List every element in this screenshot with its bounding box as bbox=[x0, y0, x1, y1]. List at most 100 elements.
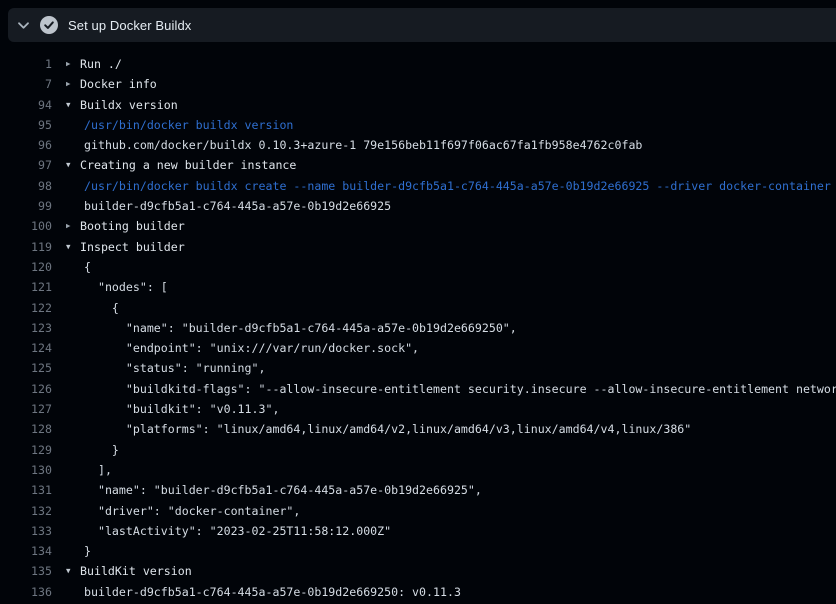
log-line: 131 "name": "builder-d9cfb5a1-c764-445a-… bbox=[0, 480, 836, 500]
log-text: /usr/bin/docker buildx version bbox=[66, 115, 293, 135]
log-line: 125 "status": "running", bbox=[0, 358, 836, 378]
log-text: ▼Inspect builder bbox=[66, 237, 185, 257]
group-title[interactable]: Buildx version bbox=[80, 95, 178, 115]
log-text: ▶Booting builder bbox=[66, 216, 185, 236]
line-number[interactable]: 128 bbox=[0, 419, 52, 439]
log-text: "name": "builder-d9cfb5a1-c764-445a-a57e… bbox=[66, 480, 482, 500]
log-group-row[interactable]: 7 ▶Docker info bbox=[0, 74, 836, 94]
group-title[interactable]: Inspect builder bbox=[80, 237, 185, 257]
line-number[interactable]: 100 bbox=[0, 216, 52, 236]
line-number[interactable]: 96 bbox=[0, 135, 52, 155]
group-title[interactable]: Docker info bbox=[80, 74, 157, 94]
log-line: 95/usr/bin/docker buildx version bbox=[0, 115, 836, 135]
triangle-right-icon[interactable]: ▶ bbox=[66, 74, 80, 94]
log-text: "status": "running", bbox=[66, 358, 265, 378]
line-number[interactable]: 95 bbox=[0, 115, 52, 135]
check-circle-icon bbox=[40, 16, 58, 34]
line-number[interactable]: 125 bbox=[0, 358, 52, 378]
log-text: ▶Run ./ bbox=[66, 54, 122, 74]
triangle-right-icon[interactable]: ▶ bbox=[66, 54, 80, 74]
chevron-down-icon[interactable] bbox=[17, 19, 30, 32]
group-title[interactable]: BuildKit version bbox=[80, 561, 192, 581]
log-group-row[interactable]: 135 ▼BuildKit version bbox=[0, 561, 836, 581]
log-line: 134} bbox=[0, 541, 836, 561]
line-number[interactable]: 130 bbox=[0, 460, 52, 480]
line-number[interactable]: 136 bbox=[0, 582, 52, 602]
log-line: 98/usr/bin/docker buildx create --name b… bbox=[0, 176, 836, 196]
group-title[interactable]: Booting builder bbox=[80, 216, 185, 236]
log-text: ▶Docker info bbox=[66, 74, 157, 94]
log-line: 99 builder-d9cfb5a1-c764-445a-a57e-0b19d2… bbox=[0, 196, 836, 216]
log-line: 126 "buildkitd-flags": "--allow-insecure… bbox=[0, 379, 836, 399]
log-line: 127 "buildkit": "v0.11.3", bbox=[0, 399, 836, 419]
line-number[interactable]: 131 bbox=[0, 480, 52, 500]
log-text: "name": "builder-d9cfb5a1-c764-445a-a57e… bbox=[66, 318, 517, 338]
log-text: ▼BuildKit version bbox=[66, 561, 192, 581]
log-line: 136 builder-d9cfb5a1-c764-445a-a57e-0b19d… bbox=[0, 582, 836, 602]
log-line: 123 "name": "builder-d9cfb5a1-c764-445a-… bbox=[0, 318, 836, 338]
log-line: 130 ], bbox=[0, 460, 836, 480]
line-number[interactable]: 97 bbox=[0, 155, 52, 175]
group-title[interactable]: Run ./ bbox=[80, 54, 122, 74]
log-text: "platforms": "linux/amd64,linux/amd64/v2… bbox=[66, 419, 691, 439]
log-group-row[interactable]: 94 ▼Buildx version bbox=[0, 95, 836, 115]
line-number[interactable]: 132 bbox=[0, 501, 52, 521]
triangle-down-icon[interactable]: ▼ bbox=[66, 237, 80, 257]
line-number[interactable]: 98 bbox=[0, 176, 52, 196]
log-text: "lastActivity": "2023-02-25T11:58:12.000… bbox=[66, 521, 391, 541]
log-group-row[interactable]: 100 ▶Booting builder bbox=[0, 216, 836, 236]
log-line: 96 github.com/docker/buildx 0.10.3+azure-… bbox=[0, 135, 836, 155]
line-number[interactable]: 134 bbox=[0, 541, 52, 561]
group-title[interactable]: Creating a new builder instance bbox=[80, 155, 296, 175]
log-text: ▼Buildx version bbox=[66, 95, 178, 115]
triangle-down-icon[interactable]: ▼ bbox=[66, 561, 80, 581]
log-line: 128 "platforms": "linux/amd64,linux/amd6… bbox=[0, 419, 836, 439]
log-text: ▼Creating a new builder instance bbox=[66, 155, 296, 175]
line-number[interactable]: 135 bbox=[0, 561, 52, 581]
step-header[interactable]: Set up Docker Buildx bbox=[8, 8, 836, 42]
log-group-row[interactable]: 1 ▶Run ./ bbox=[0, 54, 836, 74]
log-text: "endpoint": "unix:///var/run/docker.sock… bbox=[66, 338, 419, 358]
log-text: github.com/docker/buildx 0.10.3+azure-1 … bbox=[66, 135, 642, 155]
line-number[interactable]: 133 bbox=[0, 521, 52, 541]
line-number[interactable]: 99 bbox=[0, 196, 52, 216]
log-text: } bbox=[66, 541, 91, 561]
line-number[interactable]: 7 bbox=[0, 74, 52, 94]
log-text: builder-d9cfb5a1-c764-445a-a57e-0b19d2e6… bbox=[66, 196, 391, 216]
log-text: "buildkitd-flags": "--allow-insecure-ent… bbox=[66, 379, 836, 399]
log-text: "driver": "docker-container", bbox=[66, 501, 300, 521]
log-text: "nodes": [ bbox=[66, 277, 168, 297]
log-group-row[interactable]: 119 ▼Inspect builder bbox=[0, 237, 836, 257]
triangle-down-icon[interactable]: ▼ bbox=[66, 155, 80, 175]
triangle-down-icon[interactable]: ▼ bbox=[66, 95, 80, 115]
log-text: ], bbox=[66, 460, 112, 480]
line-number[interactable]: 124 bbox=[0, 338, 52, 358]
step-title: Set up Docker Buildx bbox=[68, 18, 191, 33]
line-number[interactable]: 126 bbox=[0, 379, 52, 399]
triangle-right-icon[interactable]: ▶ bbox=[66, 216, 80, 236]
log-line: 124 "endpoint": "unix:///var/run/docker.… bbox=[0, 338, 836, 358]
log-text: builder-d9cfb5a1-c764-445a-a57e-0b19d2e6… bbox=[66, 582, 461, 602]
line-number[interactable]: 94 bbox=[0, 95, 52, 115]
line-number[interactable]: 1 bbox=[0, 54, 52, 74]
line-number[interactable]: 121 bbox=[0, 277, 52, 297]
log-text: { bbox=[66, 298, 119, 318]
log-line: 121 "nodes": [ bbox=[0, 277, 836, 297]
log-text: } bbox=[66, 440, 119, 460]
line-number[interactable]: 129 bbox=[0, 440, 52, 460]
line-number[interactable]: 127 bbox=[0, 399, 52, 419]
line-number[interactable]: 123 bbox=[0, 318, 52, 338]
line-number[interactable]: 120 bbox=[0, 257, 52, 277]
line-number[interactable]: 122 bbox=[0, 298, 52, 318]
log-group-row[interactable]: 97 ▼Creating a new builder instance bbox=[0, 155, 836, 175]
log-lines: 1▶Run ./7▶Docker info94▼Buildx version95… bbox=[0, 54, 836, 602]
log-line: 129 } bbox=[0, 440, 836, 460]
log-text: "buildkit": "v0.11.3", bbox=[66, 399, 279, 419]
log-text: /usr/bin/docker buildx create --name bui… bbox=[66, 176, 831, 196]
log-line: 133 "lastActivity": "2023-02-25T11:58:12… bbox=[0, 521, 836, 541]
log-text: { bbox=[66, 257, 91, 277]
log-line: 122 { bbox=[0, 298, 836, 318]
log-line: 132 "driver": "docker-container", bbox=[0, 501, 836, 521]
line-number[interactable]: 119 bbox=[0, 237, 52, 257]
log-line: 120 { bbox=[0, 257, 836, 277]
